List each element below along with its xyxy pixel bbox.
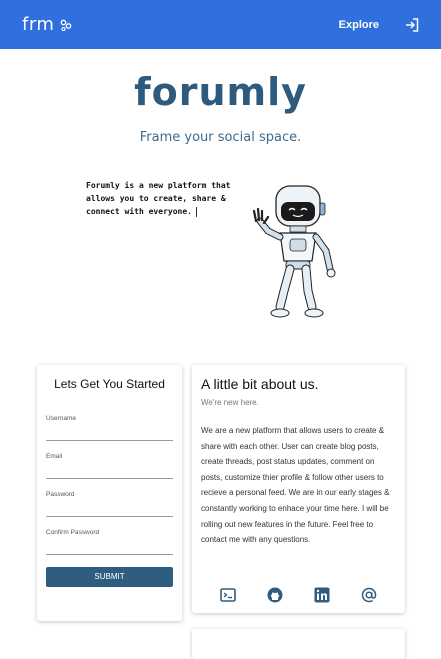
password-input-line[interactable] bbox=[46, 516, 173, 517]
molecule-icon bbox=[61, 19, 72, 31]
username-field[interactable]: Username bbox=[46, 415, 173, 441]
social-links bbox=[192, 587, 405, 603]
about-body: We are a new platform that allows users … bbox=[201, 426, 390, 545]
nav-actions: Explore bbox=[339, 17, 419, 32]
email-label: Email bbox=[46, 453, 63, 460]
terminal-icon[interactable] bbox=[219, 587, 236, 603]
email-input-line[interactable] bbox=[46, 478, 173, 479]
password-label: Password bbox=[46, 491, 75, 498]
top-navbar: frm Explore bbox=[0, 0, 441, 49]
email-field[interactable]: Email bbox=[46, 453, 173, 479]
password-field[interactable]: Password bbox=[46, 491, 173, 517]
at-icon[interactable] bbox=[361, 587, 377, 603]
linkedin-icon[interactable] bbox=[314, 587, 330, 603]
username-input-line[interactable] bbox=[46, 440, 173, 441]
robot-illustration bbox=[252, 185, 336, 318]
hero-tagline: Frame your social space. bbox=[139, 130, 302, 145]
about-subtitle: We're new here. bbox=[201, 398, 259, 407]
explore-link[interactable]: Explore bbox=[339, 19, 379, 31]
username-label: Username bbox=[46, 415, 76, 422]
login-icon[interactable] bbox=[405, 17, 419, 32]
about-title: A little bit about us. bbox=[201, 376, 319, 392]
confirm-password-field[interactable]: Confirm Password bbox=[46, 529, 173, 555]
typed-intro-text: Forumly is a new platform that allows yo… bbox=[86, 181, 231, 216]
signup-title: Lets Get You Started bbox=[54, 377, 165, 391]
typed-intro: Forumly is a new platform that allows yo… bbox=[86, 179, 246, 218]
github-icon[interactable] bbox=[267, 587, 283, 603]
hero-title: forumly bbox=[134, 70, 307, 114]
signup-card: Lets Get You Started Username Email Pass… bbox=[37, 365, 182, 621]
next-card-peek bbox=[192, 629, 405, 659]
brand-text: frm bbox=[22, 14, 55, 35]
text-caret bbox=[195, 206, 197, 217]
submit-button[interactable]: SUBMIT bbox=[46, 567, 173, 587]
confirm-password-input-line[interactable] bbox=[46, 554, 173, 555]
about-card: A little bit about us. We're new here. W… bbox=[192, 365, 405, 613]
brand-logo[interactable]: frm bbox=[22, 14, 72, 35]
confirm-password-label: Confirm Password bbox=[46, 529, 100, 536]
